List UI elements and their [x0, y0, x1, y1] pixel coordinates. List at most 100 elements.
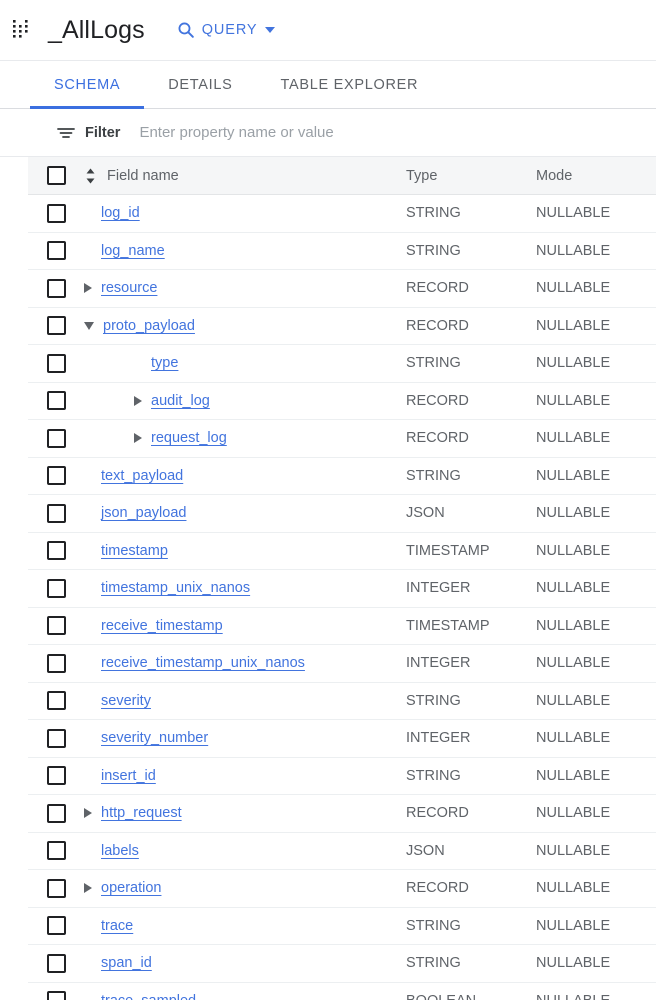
field-name-link[interactable]: receive_timestamp_unix_nanos [101, 655, 305, 671]
field-name-link[interactable]: audit_log [151, 393, 210, 409]
field-name-cell: trace [84, 918, 406, 934]
row-checkbox[interactable] [46, 316, 66, 336]
field-name-cell: proto_payload [84, 318, 406, 334]
field-name-link[interactable]: receive_timestamp [101, 618, 223, 634]
field-name-link[interactable]: http_request [101, 805, 182, 821]
field-name-link[interactable]: log_name [101, 243, 165, 259]
field-name-link[interactable]: span_id [101, 955, 152, 971]
field-name-link[interactable]: json_payload [101, 505, 186, 521]
table-row[interactable]: request_log RECORD NULLABLE [28, 420, 656, 458]
select-all-checkbox[interactable] [46, 166, 66, 185]
field-mode-cell: NULLABLE [536, 730, 611, 747]
table-row[interactable]: log_name STRING NULLABLE [28, 233, 656, 270]
disclosure-triangle-collapsed-icon[interactable] [134, 395, 142, 406]
table-row[interactable]: type STRING NULLABLE [28, 345, 656, 383]
row-checkbox[interactable] [46, 878, 66, 898]
row-checkbox-cell [28, 953, 84, 973]
table-row[interactable]: trace STRING NULLABLE [28, 908, 656, 945]
field-mode-cell: NULLABLE [536, 355, 611, 372]
row-checkbox[interactable] [46, 241, 66, 261]
table-row[interactable]: receive_timestamp TIMESTAMP NULLABLE [28, 608, 656, 645]
row-checkbox[interactable] [46, 653, 66, 673]
row-checkbox[interactable] [46, 541, 66, 561]
table-row[interactable]: audit_log RECORD NULLABLE [28, 383, 656, 420]
tab-schema[interactable]: SCHEMA [30, 61, 145, 109]
table-row[interactable]: proto_payload RECORD NULLABLE [28, 308, 656, 345]
filter-bar: Filter [0, 109, 656, 157]
row-checkbox[interactable] [46, 616, 66, 636]
field-name-link[interactable]: timestamp [101, 543, 168, 559]
row-checkbox[interactable] [46, 728, 66, 748]
table-row[interactable]: timestamp TIMESTAMP NULLABLE [28, 533, 656, 570]
field-mode-cell: NULLABLE [536, 505, 611, 522]
query-button[interactable]: QUERY [171, 16, 281, 44]
field-name-link[interactable]: type [151, 355, 178, 371]
row-checkbox[interactable] [46, 578, 66, 598]
disclosure-triangle-expanded-icon[interactable] [84, 321, 94, 330]
row-checkbox[interactable] [46, 428, 66, 448]
field-name-link[interactable]: timestamp_unix_nanos [101, 580, 250, 596]
disclosure-triangle-collapsed-icon[interactable] [84, 283, 92, 294]
field-mode-cell: NULLABLE [536, 617, 611, 634]
field-name-cell: severity_number [84, 730, 406, 746]
table-row[interactable]: json_payload JSON NULLABLE [28, 495, 656, 533]
field-name-cell: log_id [84, 205, 406, 221]
tab-table-explorer[interactable]: TABLE EXPLORER [257, 61, 443, 108]
table-row[interactable]: http_request RECORD NULLABLE [28, 795, 656, 833]
field-type-cell: STRING [406, 355, 461, 372]
row-checkbox[interactable] [46, 841, 66, 861]
row-checkbox[interactable] [46, 991, 66, 1000]
table-row[interactable]: trace_sampled BOOLEANNULLABLE [28, 983, 656, 1000]
field-name-link[interactable]: trace [101, 918, 133, 934]
field-name-cell: receive_timestamp_unix_nanos [84, 655, 406, 671]
disclosure-triangle-collapsed-icon[interactable] [134, 433, 142, 444]
row-checkbox[interactable] [46, 203, 66, 223]
row-checkbox[interactable] [46, 391, 66, 411]
field-type-cell: STRING [406, 242, 461, 259]
field-name-link[interactable]: text_payload [101, 468, 183, 484]
row-checkbox-cell [28, 916, 84, 936]
table-row[interactable]: insert_id STRING NULLABLE [28, 758, 656, 795]
table-row[interactable]: operation RECORD NULLABLE [28, 870, 656, 908]
row-checkbox[interactable] [46, 691, 66, 711]
table-row[interactable]: receive_timestamp_unix_nanos INTEGER NULLA… [28, 645, 656, 683]
disclosure-triangle-collapsed-icon[interactable] [84, 808, 92, 819]
row-checkbox[interactable] [46, 503, 66, 523]
field-type-cell: STRING [406, 205, 461, 222]
field-mode-cell: NULLABLE [536, 392, 611, 409]
field-name-link[interactable]: trace_sampled [101, 993, 196, 1000]
tab-details[interactable]: DETAILS [144, 61, 256, 108]
row-checkbox[interactable] [46, 353, 66, 373]
row-checkbox[interactable] [46, 803, 66, 823]
field-name-cell: text_payload [84, 468, 406, 484]
table-row[interactable]: span_id STRING NULLABLE [28, 945, 656, 983]
row-checkbox[interactable] [46, 466, 66, 486]
table-row[interactable]: severity STRING NULLABLE [28, 683, 656, 720]
field-name-link[interactable]: severity [101, 693, 151, 709]
field-name-link[interactable]: request_log [151, 430, 227, 446]
field-name-link[interactable]: operation [101, 880, 161, 896]
row-checkbox[interactable] [46, 278, 66, 298]
table-row[interactable]: log_id STRING NULLABLE [28, 195, 656, 233]
table-row[interactable]: labels JSON NULLABLE [28, 833, 656, 870]
row-checkbox-cell [28, 878, 84, 898]
filter-input[interactable] [139, 124, 656, 141]
row-checkbox[interactable] [46, 916, 66, 936]
field-name-link[interactable]: proto_payload [103, 318, 195, 334]
table-row[interactable]: resource RECORD NULLABLE [28, 270, 656, 308]
table-row[interactable]: severity_number INTEGER NULLABLE [28, 720, 656, 758]
filter-icon[interactable] [56, 126, 76, 140]
field-name-link[interactable]: labels [101, 843, 139, 859]
table-row[interactable]: timestamp_unix_nanos INTEGER NULLABLE [28, 570, 656, 608]
field-name-link[interactable]: resource [101, 280, 157, 296]
disclosure-triangle-collapsed-icon[interactable] [84, 883, 92, 894]
field-name-link[interactable]: severity_number [101, 730, 208, 746]
row-checkbox[interactable] [46, 953, 66, 973]
grid-dots-icon [12, 19, 34, 41]
field-name-link[interactable]: insert_id [101, 768, 156, 784]
row-checkbox[interactable] [46, 766, 66, 786]
field-name-link[interactable]: log_id [101, 205, 140, 221]
field-name-header-cell[interactable]: Field name [84, 167, 406, 185]
sort-icon[interactable] [84, 167, 97, 185]
table-row[interactable]: text_payload STRING NULLABLE [28, 458, 656, 495]
